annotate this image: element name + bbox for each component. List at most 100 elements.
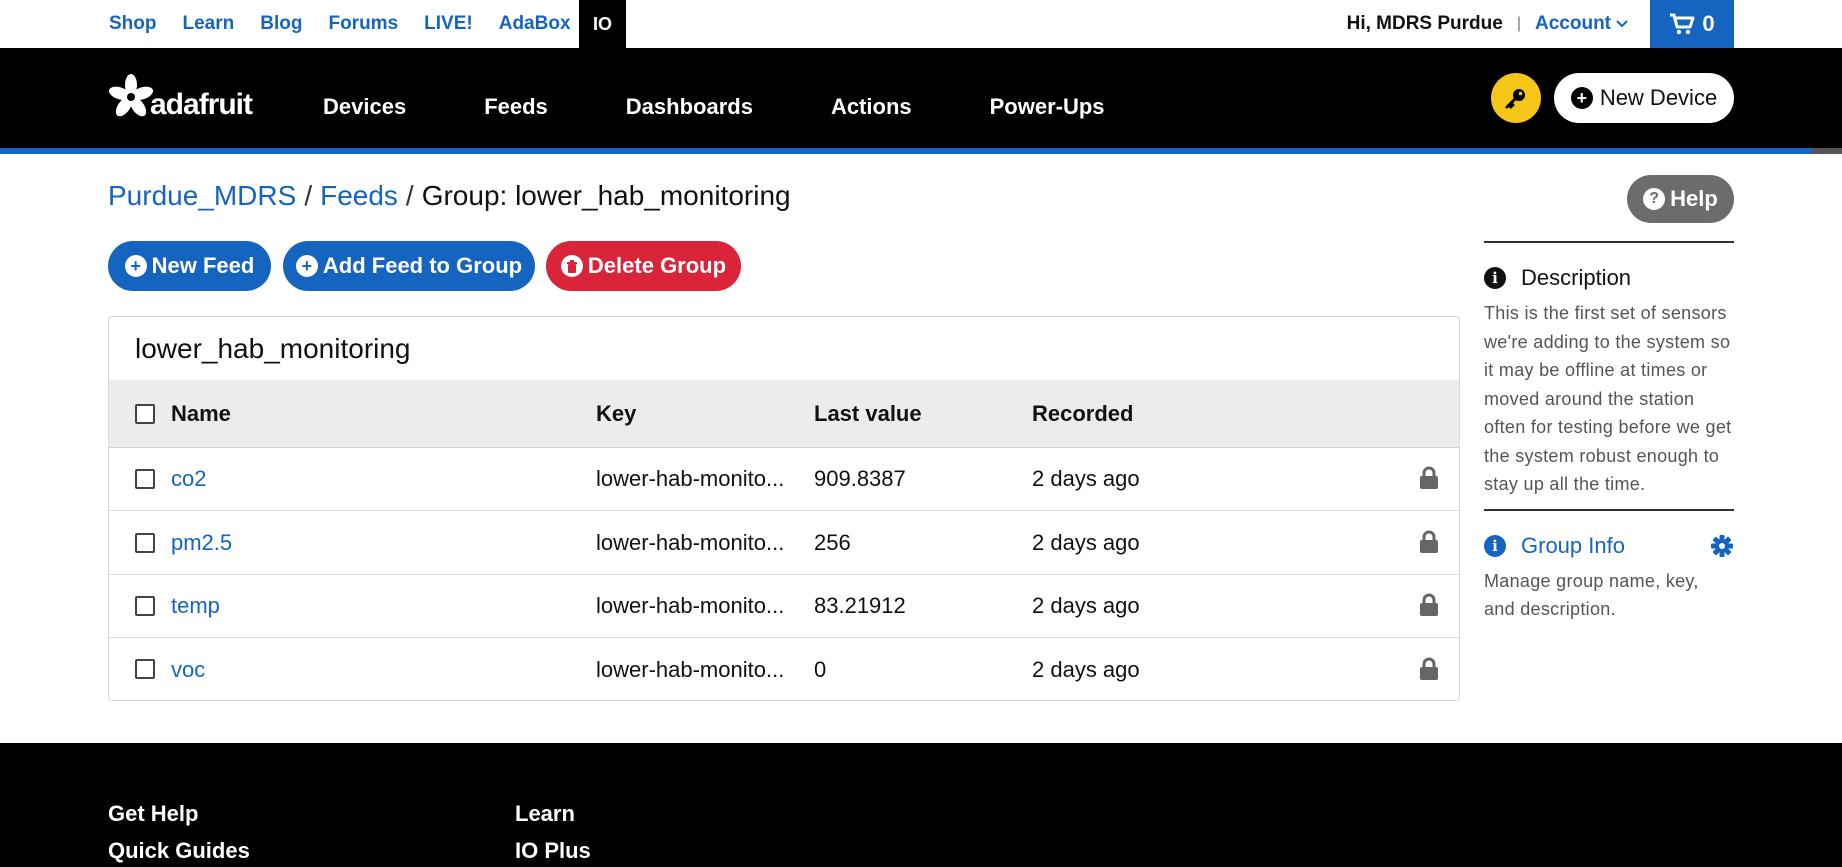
footer: Get Help Quick Guides Learn IO Plus: [0, 743, 1842, 867]
api-key-button[interactable]: [1491, 73, 1541, 123]
info-icon: i: [1484, 534, 1506, 557]
footer-link-io-plus[interactable]: IO Plus: [515, 832, 591, 867]
feed-name-link[interactable]: pm2.5: [171, 512, 232, 574]
separator: |: [1516, 15, 1521, 32]
table-row: temp lower-hab-monito... 83.21912 2 days…: [109, 575, 1459, 638]
feed-recorded: 2 days ago: [1032, 530, 1140, 555]
plus-circle-icon: +: [1570, 87, 1593, 109]
trash-icon: [560, 255, 583, 277]
feeds-panel: lower_hab_monitoring Name Key Last value…: [108, 316, 1460, 701]
group-info-text: Manage group name, key, and description.: [1484, 570, 1699, 620]
row-checkbox[interactable]: [135, 659, 155, 679]
lock-icon[interactable]: [1419, 593, 1439, 617]
footer-column: Learn IO Plus: [515, 795, 591, 867]
adafruit-logo[interactable]: adafruit: [108, 72, 253, 122]
feed-last-value: 909.8387: [814, 466, 906, 491]
nav-devices[interactable]: Devices: [323, 94, 406, 120]
feed-recorded: 2 days ago: [1032, 656, 1140, 682]
footer-link-get-help[interactable]: Get Help: [108, 795, 250, 832]
link-adabox[interactable]: AdaBox: [499, 13, 571, 35]
breadcrumb-current: Group: lower_hab_monitoring: [421, 180, 791, 211]
logo-text: adafruit: [150, 88, 253, 121]
link-learn[interactable]: Learn: [183, 13, 235, 35]
feed-last-value: 0: [814, 656, 827, 682]
feed-key: lower-hab-monito...: [596, 656, 785, 682]
new-feed-button[interactable]: + New Feed: [108, 241, 271, 291]
feed-last-value: 83.21912: [814, 593, 906, 618]
feed-key: lower-hab-monito...: [596, 593, 785, 618]
row-checkbox[interactable]: [135, 469, 155, 489]
group-info-link[interactable]: i Group Info: [1484, 533, 1625, 559]
link-forums[interactable]: Forums: [328, 13, 398, 35]
account-label: Account: [1535, 13, 1611, 34]
add-feed-to-group-button[interactable]: + Add Feed to Group: [283, 241, 535, 291]
column-header-last-value[interactable]: Last value: [814, 380, 922, 447]
table-header: Name Key Last value Recorded: [109, 380, 1459, 448]
column-header-recorded[interactable]: Recorded: [1032, 380, 1133, 447]
lock-icon[interactable]: [1419, 530, 1439, 554]
account-area: Hi, MDRS Purdue | Account 0: [1347, 0, 1842, 48]
help-button[interactable]: ? Help: [1627, 175, 1734, 223]
feed-recorded: 2 days ago: [1032, 593, 1140, 618]
feed-name-link[interactable]: co2: [171, 448, 206, 510]
new-device-label: New Device: [1599, 85, 1718, 110]
link-shop[interactable]: Shop: [109, 13, 157, 35]
delete-group-label: Delete Group: [587, 253, 727, 278]
column-header-name[interactable]: Name: [171, 380, 231, 447]
description-title: Description: [1521, 265, 1632, 290]
account-menu[interactable]: Account: [1535, 13, 1628, 35]
table-row: co2 lower-hab-monito... 909.8387 2 days …: [109, 448, 1459, 511]
nav-actions[interactable]: Actions: [831, 94, 912, 120]
tab-io[interactable]: IO: [579, 0, 626, 48]
breadcrumb-separator: /: [405, 180, 414, 211]
key-icon: [1505, 89, 1525, 109]
adafruit-flower-icon: [108, 74, 154, 117]
lock-icon[interactable]: [1419, 657, 1439, 681]
new-feed-label: New Feed: [151, 253, 255, 278]
user-greeting: Hi, MDRS Purdue: [1346, 13, 1503, 34]
cart-button[interactable]: 0: [1650, 0, 1734, 48]
link-live[interactable]: LIVE!: [424, 13, 473, 35]
breadcrumb-user[interactable]: Purdue_MDRS: [108, 180, 296, 211]
footer-link-learn[interactable]: Learn: [515, 795, 591, 832]
footer-link-quick-guides[interactable]: Quick Guides: [108, 832, 250, 867]
link-blog[interactable]: Blog: [260, 13, 302, 35]
lock-icon[interactable]: [1419, 466, 1439, 490]
plus-circle-icon: +: [295, 255, 318, 277]
nav-power-ups[interactable]: Power-Ups: [990, 94, 1105, 120]
breadcrumb-separator: /: [304, 180, 313, 211]
group-info-title: Group Info: [1521, 532, 1625, 558]
delete-group-button[interactable]: Delete Group: [546, 241, 741, 291]
info-icon: i: [1484, 267, 1506, 289]
divider: [1484, 508, 1734, 511]
new-device-button[interactable]: + New Device: [1554, 73, 1734, 123]
breadcrumb: Purdue_MDRS / Feeds / Group: lower_hab_monit…: [108, 180, 791, 212]
row-checkbox[interactable]: [135, 596, 155, 616]
chevron-down-icon: [1616, 20, 1628, 28]
nav-feeds[interactable]: Feeds: [484, 94, 548, 120]
row-checkbox[interactable]: [135, 533, 155, 553]
gear-icon[interactable]: [1710, 534, 1734, 558]
help-label: Help: [1670, 186, 1718, 211]
question-icon: ?: [1643, 188, 1666, 210]
select-all-checkbox[interactable]: [135, 404, 155, 424]
feed-name-link[interactable]: voc: [171, 638, 205, 701]
feed-key: lower-hab-monito...: [596, 530, 785, 555]
utility-bar: Shop Learn Blog Forums LIVE! AdaBox IO H…: [0, 0, 1842, 48]
cart-icon: [1670, 13, 1695, 35]
nav-accent-stripe: [0, 148, 1812, 154]
group-info-heading: i Group Info: [1484, 533, 1734, 559]
table-row: pm2.5 lower-hab-monito... 256 2 days ago: [109, 512, 1459, 575]
utility-links: Shop Learn Blog Forums LIVE! AdaBox IO: [109, 0, 626, 48]
cart-count: 0: [1702, 11, 1715, 36]
nav-dashboards[interactable]: Dashboards: [626, 94, 753, 120]
footer-column: Get Help Quick Guides: [108, 795, 250, 867]
divider: [1484, 241, 1734, 243]
description-text: This is the first set of sensors we're a…: [1484, 303, 1732, 494]
column-header-key[interactable]: Key: [596, 380, 796, 447]
feed-key: lower-hab-monito...: [596, 466, 785, 491]
feed-name-link[interactable]: temp: [171, 575, 220, 637]
add-feed-label: Add Feed to Group: [322, 253, 523, 278]
nav-items: Devices Feeds Dashboards Actions Power-U…: [323, 48, 1183, 148]
breadcrumb-feeds[interactable]: Feeds: [320, 180, 398, 211]
